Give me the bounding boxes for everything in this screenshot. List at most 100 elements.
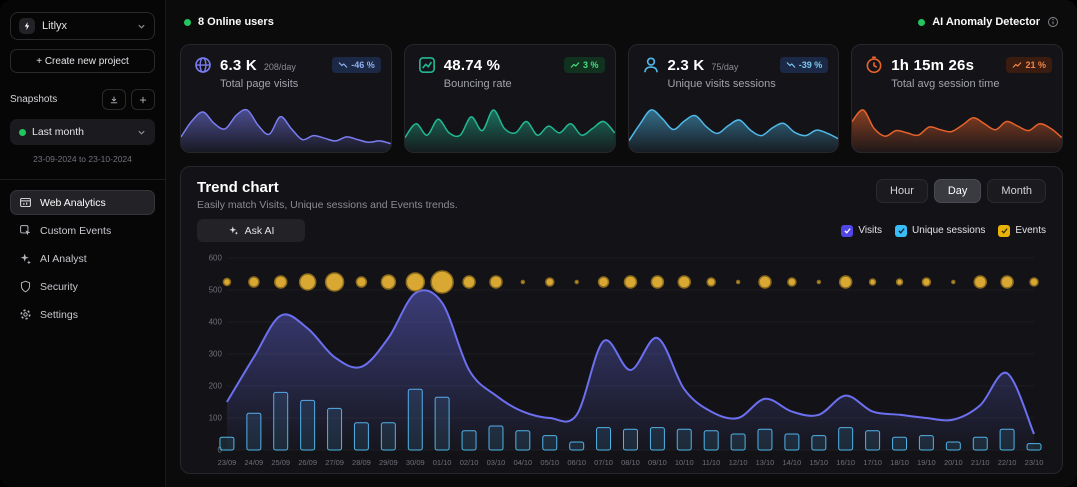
svg-text:08/10: 08/10: [621, 458, 640, 467]
snapshot-status-dot: [19, 129, 26, 136]
trend-subtitle: Easily match Visits, Unique sessions and…: [197, 199, 458, 211]
sidebar-item-ai-analyst[interactable]: AI Analyst: [10, 246, 155, 271]
bounce-icon: [417, 55, 437, 75]
svg-text:19/10: 19/10: [917, 458, 936, 467]
main-content: 8 Online users AI Anomaly Detector 6.3 K…: [166, 0, 1077, 487]
svg-text:23/10: 23/10: [1025, 458, 1044, 467]
snapshot-select[interactable]: Last month: [10, 119, 155, 145]
svg-text:100: 100: [209, 413, 223, 422]
svg-text:21/10: 21/10: [971, 458, 990, 467]
checkbox-visits[interactable]: [841, 225, 853, 237]
svg-text:01/10: 01/10: [433, 458, 452, 467]
sidebar-item-label: Settings: [40, 309, 78, 321]
svg-text:28/09: 28/09: [352, 458, 371, 467]
stat-per-day: 75/day: [711, 62, 738, 72]
svg-text:12/10: 12/10: [729, 458, 748, 467]
stat-badge: 3 %: [564, 57, 605, 73]
info-icon[interactable]: [1047, 16, 1059, 28]
stat-card-total-page-visits: 6.3 K 208/day -46 % Total page visits: [180, 44, 392, 153]
range-switcher: Hour Day Month: [876, 179, 1046, 203]
trend-up-icon: [570, 61, 580, 69]
trend-chart: 010020030040050060023/0924/0925/0926/092…: [197, 248, 1046, 472]
sidebar-nav: Web Analytics Custom Events AI Analyst S…: [10, 190, 155, 327]
svg-text:25/09: 25/09: [271, 458, 290, 467]
ai-anomaly-detector: AI Anomaly Detector: [918, 16, 1059, 28]
web-analytics-icon: [19, 196, 32, 209]
svg-text:300: 300: [209, 349, 223, 358]
sidebar-item-custom-events[interactable]: Custom Events: [10, 218, 155, 243]
sparkline-chart: [405, 104, 615, 152]
stat-badge: -46 %: [332, 57, 381, 73]
sidebar-item-web-analytics[interactable]: Web Analytics: [10, 190, 155, 215]
svg-text:600: 600: [209, 253, 223, 262]
svg-text:29/09: 29/09: [379, 458, 398, 467]
project-selector[interactable]: Litlyx: [10, 12, 155, 40]
user-icon: [641, 55, 661, 75]
plus-icon: [138, 95, 148, 105]
clock-icon: [864, 55, 884, 75]
stat-value: 6.3 K: [220, 57, 257, 74]
sidebar-item-label: AI Analyst: [40, 253, 87, 265]
svg-text:22/10: 22/10: [998, 458, 1017, 467]
svg-text:26/09: 26/09: [298, 458, 317, 467]
checkbox-unique-sessions[interactable]: [895, 225, 907, 237]
sidebar-divider: [0, 179, 165, 180]
sidebar-item-label: Security: [40, 281, 78, 293]
svg-text:06/10: 06/10: [567, 458, 586, 467]
sidebar-item-settings[interactable]: Settings: [10, 302, 155, 327]
sparkline-chart: [181, 104, 391, 152]
legend-unique-sessions[interactable]: Unique sessions: [895, 225, 985, 237]
svg-text:23/09: 23/09: [218, 458, 237, 467]
create-project-button[interactable]: + Create new project: [10, 49, 155, 73]
trend-legend: Visits Unique sessions Events: [841, 225, 1046, 237]
svg-text:04/10: 04/10: [513, 458, 532, 467]
range-hour-button[interactable]: Hour: [876, 179, 928, 203]
svg-text:18/10: 18/10: [890, 458, 909, 467]
svg-text:30/09: 30/09: [406, 458, 425, 467]
svg-text:500: 500: [209, 285, 223, 294]
ai-analyst-icon: [19, 252, 32, 265]
svg-text:02/10: 02/10: [460, 458, 479, 467]
snapshots-label: Snapshots: [10, 94, 97, 105]
sidebar-item-label: Web Analytics: [40, 197, 106, 209]
project-name: Litlyx: [42, 20, 130, 32]
snapshot-select-value: Last month: [32, 126, 131, 138]
stat-value: 1h 15m 26s: [891, 57, 974, 74]
checkbox-events[interactable]: [998, 225, 1010, 237]
trend-down-icon: [338, 61, 348, 69]
stat-value: 2.3 K: [668, 57, 705, 74]
range-day-button[interactable]: Day: [934, 179, 982, 203]
svg-text:14/10: 14/10: [783, 458, 802, 467]
legend-visits[interactable]: Visits: [841, 225, 882, 237]
sparkline-chart: [852, 104, 1062, 152]
sparkline-chart: [629, 104, 839, 152]
svg-text:17/10: 17/10: [863, 458, 882, 467]
svg-text:09/10: 09/10: [648, 458, 667, 467]
stat-per-day: 208/day: [264, 62, 296, 72]
stat-value: 48.74 %: [444, 57, 500, 74]
stat-cards-row: 6.3 K 208/day -46 % Total page visits 48…: [180, 44, 1063, 153]
snapshots-header: Snapshots: [10, 89, 155, 110]
trend-title: Trend chart: [197, 179, 458, 196]
ask-ai-button[interactable]: Ask AI: [197, 219, 305, 242]
download-snapshot-button[interactable]: [102, 89, 126, 110]
custom-events-icon: [19, 224, 32, 237]
svg-text:27/09: 27/09: [325, 458, 344, 467]
sidebar-item-security[interactable]: Security: [10, 274, 155, 299]
svg-text:20/10: 20/10: [944, 458, 963, 467]
add-snapshot-button[interactable]: [131, 89, 155, 110]
stat-label: Bouncing rate: [444, 78, 603, 90]
stat-badge: 21 %: [1006, 57, 1052, 73]
anomaly-status-dot: [918, 19, 925, 26]
svg-text:13/10: 13/10: [756, 458, 775, 467]
online-users: 8 Online users: [184, 16, 274, 28]
range-month-button[interactable]: Month: [987, 179, 1046, 203]
legend-events[interactable]: Events: [998, 225, 1046, 237]
anomaly-label: AI Anomaly Detector: [932, 16, 1040, 28]
settings-gear-icon: [19, 308, 32, 321]
sparkle-icon: [228, 225, 239, 236]
chevron-down-icon: [137, 22, 146, 31]
svg-text:200: 200: [209, 381, 223, 390]
svg-text:11/10: 11/10: [702, 458, 720, 467]
stat-label: Total page visits: [220, 78, 379, 90]
